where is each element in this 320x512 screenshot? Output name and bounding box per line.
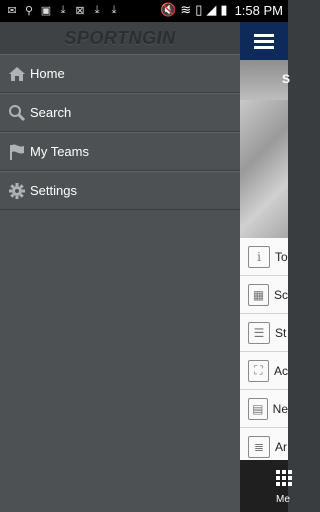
standings-icon: ☰	[248, 321, 270, 344]
bottom-menu-label: Me	[276, 494, 290, 505]
search-icon	[8, 104, 26, 122]
status-left-icons: ✉ ⚲ ▣ ⤓ ⊠ ⤓ ⤓	[6, 3, 120, 17]
flag-icon	[8, 143, 26, 161]
signal-icon: ◢	[206, 2, 217, 17]
app-row-schedule[interactable]: ▦ Sc	[240, 276, 288, 314]
app-banner-text: S	[282, 72, 291, 86]
sportngin-logo: SPORTNGIN	[64, 27, 176, 48]
gear-icon	[8, 182, 26, 200]
status-bar: ✉ ⚲ ▣ ⤓ ⊠ ⤓ ⤓ 🔇 ≋ ▯ ◢ ▮ 1:58 PM	[0, 0, 288, 22]
app-row-map[interactable]: ⛶ Ac	[240, 352, 288, 390]
status-right-icons: 🔇 ≋ ▯ ◢ ▮ 1:58 PM	[160, 2, 283, 18]
app-menu-list: i To ▦ Sc ☰ St ⛶ Ac ▤ Ne ≣ Ar	[240, 238, 288, 466]
wifi-icon: ≋	[180, 2, 192, 17]
battery-icon: ▮	[220, 2, 228, 17]
news-icon: ▤	[248, 397, 268, 420]
download-icon: ⤓	[60, 3, 66, 16]
drawer-header: SPORTNGIN	[0, 22, 240, 54]
download-icon: ⤓	[94, 3, 100, 16]
app-row-tournament[interactable]: i To	[240, 238, 288, 276]
info-icon: i	[248, 245, 270, 268]
navigation-drawer: SPORTNGIN Home Search My Teams Settings	[0, 22, 240, 512]
app-row-label: St	[275, 325, 287, 340]
menu-item-label: My Teams	[30, 144, 89, 159]
menu-item-label: Settings	[30, 183, 77, 198]
sim-icon: ▯	[195, 2, 203, 17]
menu-item-label: Home	[30, 66, 65, 81]
app-header	[240, 22, 288, 60]
articles-icon: ≣	[248, 435, 270, 458]
app-bottom-bar: Me	[240, 460, 292, 512]
menu-item-search[interactable]: Search	[0, 93, 240, 132]
home-icon	[8, 65, 26, 83]
download-icon: ⤓	[111, 3, 117, 16]
status-time: 1:58 PM	[234, 2, 283, 18]
app-row-label: Ar	[275, 439, 287, 454]
menu-item-home[interactable]: Home	[0, 54, 240, 93]
app-banner: S	[240, 60, 291, 100]
image-icon: ▣	[40, 4, 52, 17]
notification-icon: ✉	[7, 4, 17, 17]
app-row-label: Ac	[273, 363, 288, 378]
app-photo	[240, 100, 288, 238]
map-icon: ⛶	[248, 359, 269, 382]
hamburger-menu-icon[interactable]	[254, 33, 274, 49]
dictionary-icon: ⊠	[75, 4, 85, 17]
usb-icon: ⚲	[24, 4, 34, 17]
calendar-icon: ▦	[248, 283, 269, 306]
menu-item-my-teams[interactable]: My Teams	[0, 132, 240, 171]
menu-item-settings[interactable]: Settings	[0, 171, 240, 210]
app-row-label: To	[275, 249, 288, 264]
app-row-standings[interactable]: ☰ St	[240, 314, 288, 352]
menu-item-label: Search	[30, 105, 72, 120]
app-row-label: Sc	[273, 287, 288, 302]
mute-icon: 🔇	[160, 2, 177, 17]
grid-menu-icon[interactable]	[276, 470, 292, 486]
app-row-label: Ne	[272, 401, 288, 416]
app-row-news[interactable]: ▤ Ne	[240, 390, 288, 428]
background-app: S i To ▦ Sc ☰ St ⛶ Ac ▤ Ne ≣ Ar Me	[240, 22, 292, 512]
